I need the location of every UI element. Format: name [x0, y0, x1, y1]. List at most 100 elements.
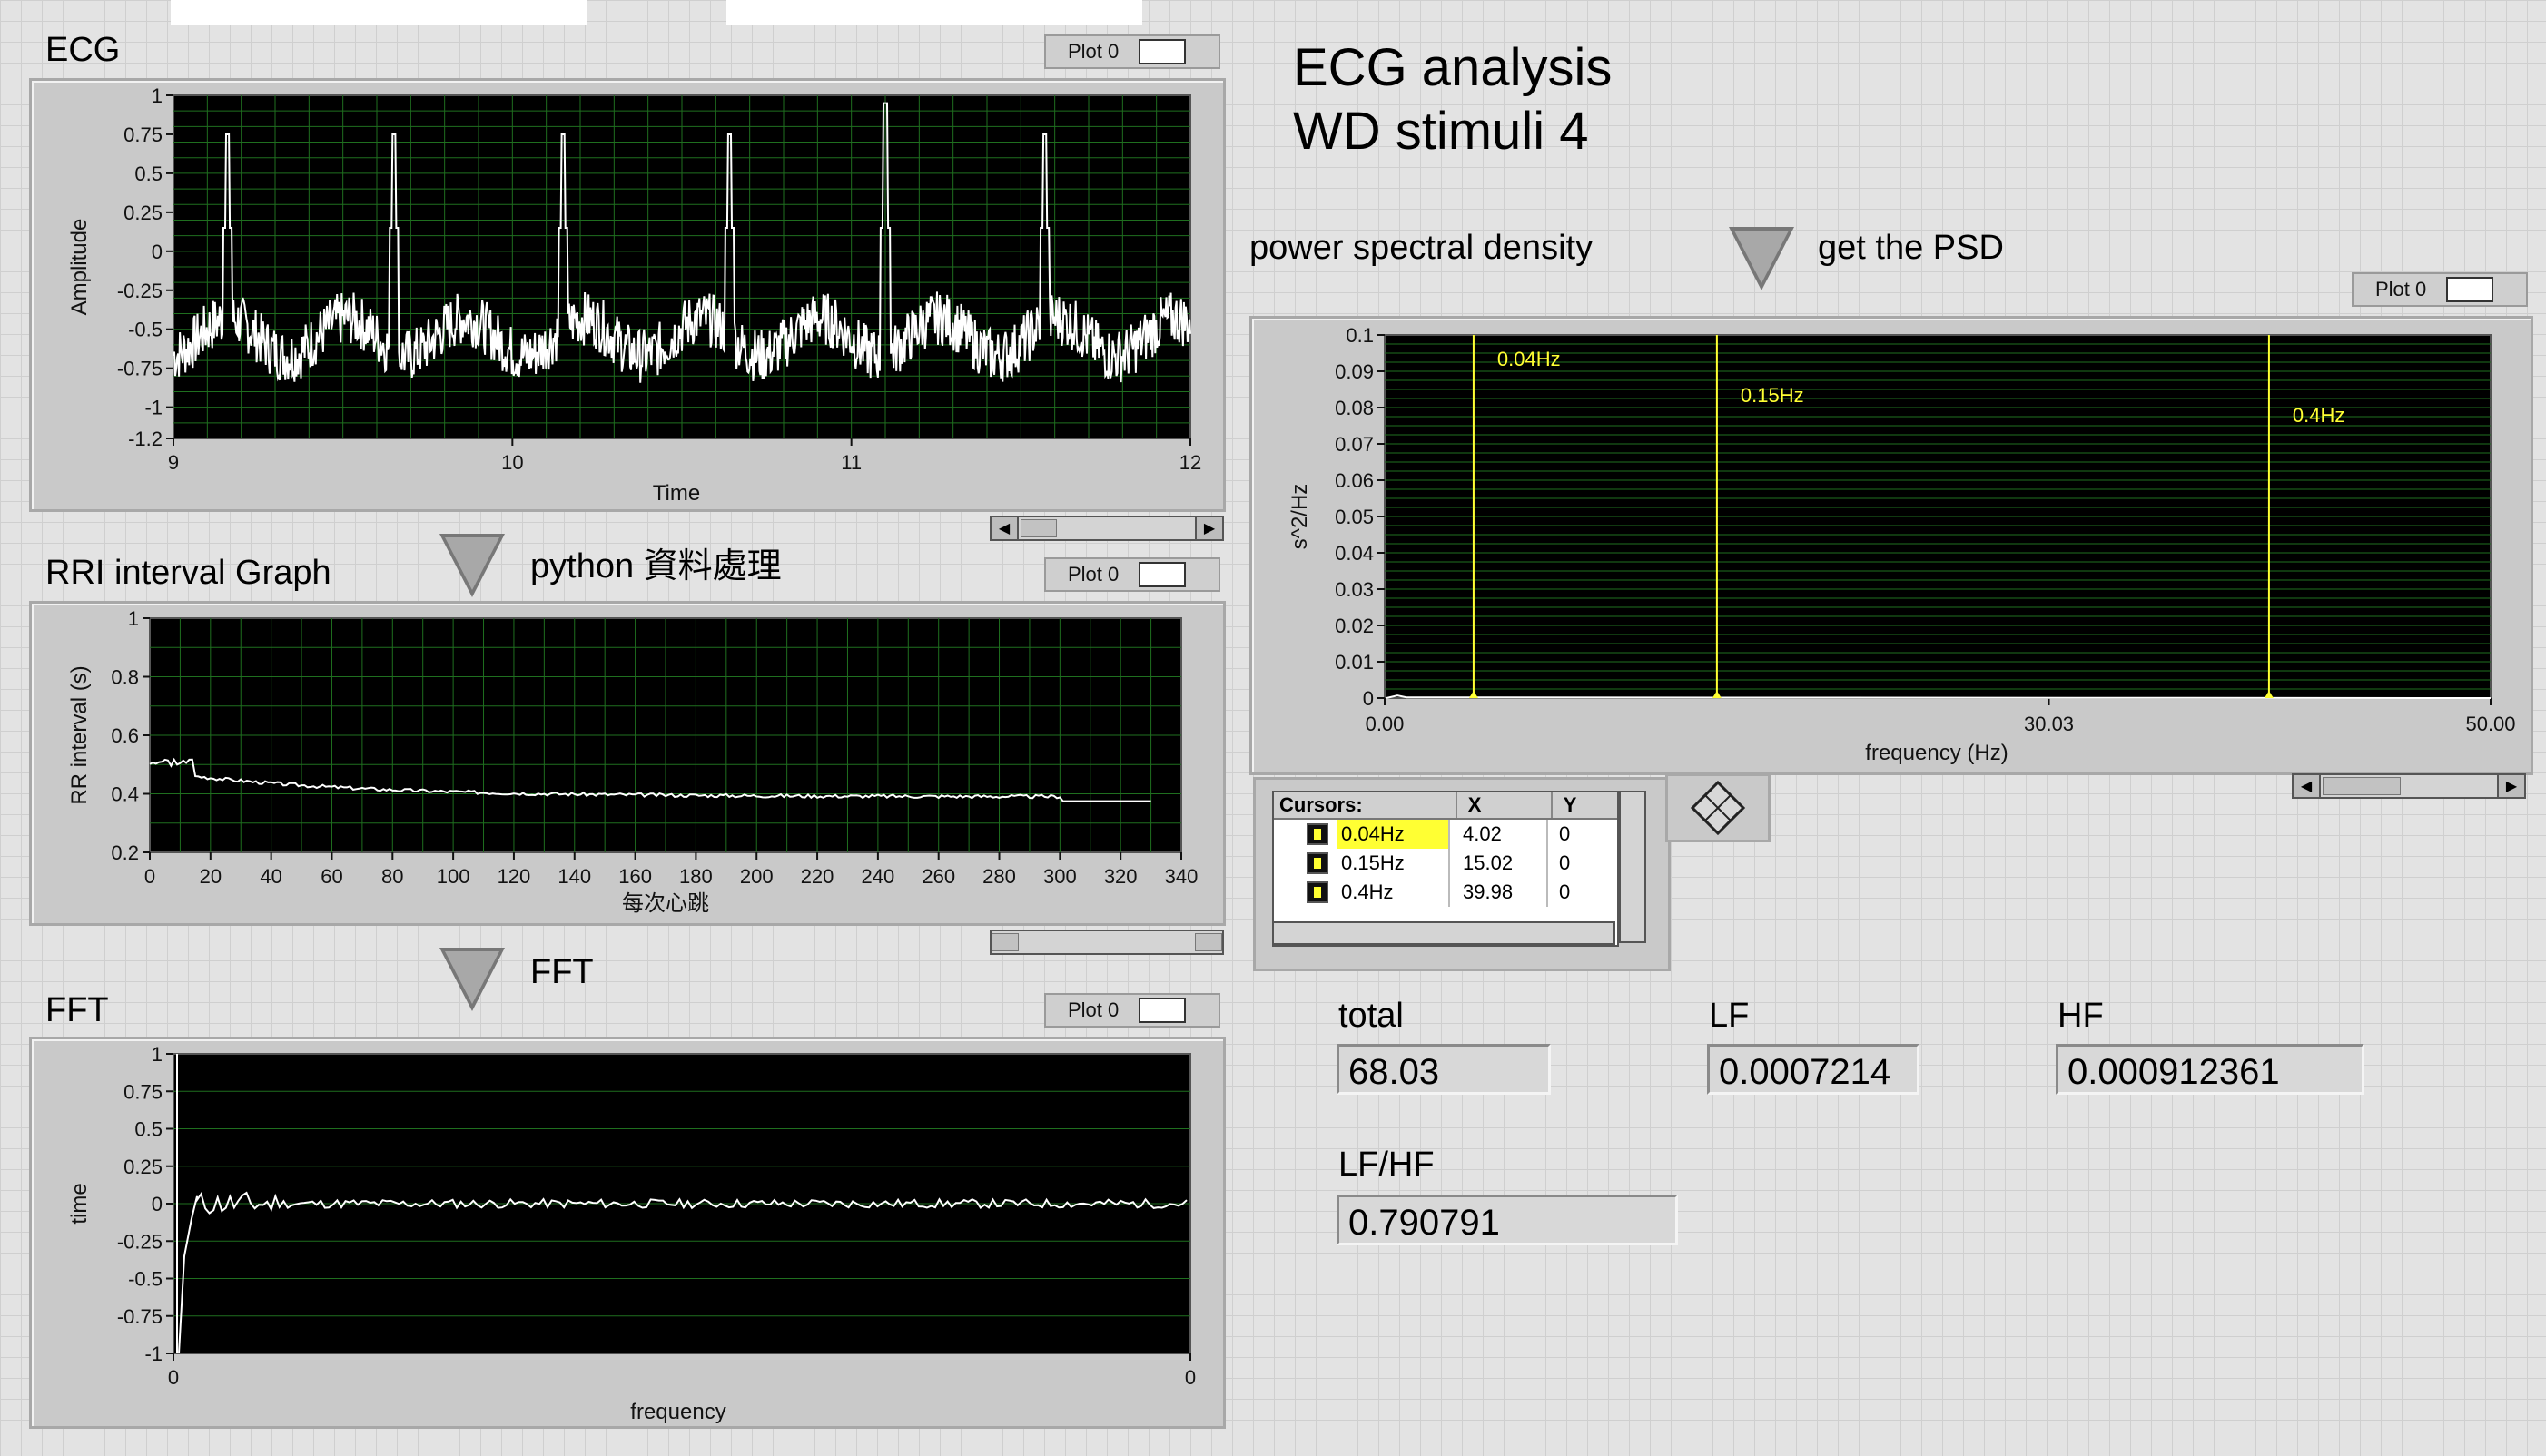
- y-tick-label: 0.75: [123, 1080, 163, 1103]
- cursor-row-name: 0.04Hz: [1337, 820, 1448, 849]
- y-tick-label: 0.5: [134, 162, 163, 185]
- scroll-right-icon[interactable]: ▶: [1195, 517, 1222, 539]
- x-tick-label: 100: [437, 865, 470, 888]
- cursor-move-pad[interactable]: [1665, 773, 1771, 842]
- y-axis-label: time: [67, 1183, 92, 1224]
- scroll-thumb[interactable]: [992, 933, 1019, 951]
- lfhf-indicator: 0.790791: [1337, 1195, 1678, 1245]
- scroll-left-icon[interactable]: ◀: [992, 517, 1019, 539]
- scroll-thumb[interactable]: [2323, 777, 2401, 795]
- cursor-row[interactable]: 0.4Hz 39.98 0: [1274, 878, 1617, 907]
- psd-plot-legend[interactable]: Plot 0: [2352, 272, 2528, 307]
- rri-plot-legend[interactable]: Plot 0: [1044, 557, 1220, 592]
- line-style-icon: [2446, 277, 2494, 302]
- x-tick-label: 11: [841, 451, 862, 474]
- y-tick-label: 0.25: [123, 202, 163, 224]
- x-tick-label: 340: [1165, 865, 1199, 888]
- top-field-2[interactable]: [726, 0, 1142, 25]
- cursor-row[interactable]: 0.15Hz 15.02 0: [1274, 849, 1617, 878]
- cursor-row-y: 0: [1546, 878, 1604, 907]
- y-tick-label: 0: [152, 241, 163, 263]
- cursor-header-name: Cursors:: [1274, 792, 1457, 818]
- scroll-right-icon[interactable]: ▶: [2497, 775, 2524, 797]
- x-tick-label: 120: [498, 865, 531, 888]
- x-tick-label: 10: [501, 451, 523, 474]
- cursor-header-x: X: [1457, 792, 1553, 818]
- scroll-left-icon[interactable]: ◀: [2294, 775, 2321, 797]
- y-tick-label: 0: [1363, 687, 1374, 710]
- y-tick-label: 1: [128, 607, 139, 630]
- total-label: total: [1338, 997, 1404, 1035]
- fft-plot-legend[interactable]: Plot 0: [1044, 993, 1220, 1028]
- y-tick-label: 0.75: [123, 123, 163, 146]
- x-tick-label: 180: [679, 865, 713, 888]
- fft-chart[interactable]: 10.750.50.250-0.25-0.5-0.75-10 0frequency…: [32, 1039, 1223, 1426]
- x-tick-label: 220: [801, 865, 834, 888]
- y-tick-label: 1: [152, 1043, 163, 1066]
- get-psd-label: get the PSD: [1818, 229, 2004, 267]
- cursor-row[interactable]: 0.04Hz 4.02 0: [1274, 820, 1617, 849]
- x-axis-label: Time: [653, 481, 700, 506]
- rri-scrollbar[interactable]: [990, 930, 1224, 955]
- scroll-thumb-end[interactable]: [1195, 933, 1222, 951]
- cursor-header-y: Y: [1563, 793, 1577, 816]
- y-tick-label: -0.25: [117, 280, 163, 302]
- get-psd-triangle-icon: [1729, 227, 1794, 290]
- x-tick-label: 80: [381, 865, 403, 888]
- title-line-2: WD stimuli 4: [1293, 102, 1589, 161]
- plot-legend-label: Plot 0: [2375, 278, 2427, 300]
- y-tick-label: 0.02: [1335, 615, 1374, 637]
- y-tick-label: 0.1: [1346, 324, 1374, 347]
- y-tick-label: 0.08: [1335, 397, 1374, 419]
- y-tick-label: 1: [152, 84, 163, 107]
- cursor-row-y: 0: [1546, 849, 1604, 878]
- y-axis-label: Amplitude: [67, 219, 92, 316]
- rri-chart[interactable]: 1 0.8 0.6 0.4 0.20 20 40 60 80 100 120 140 160 180 200…: [32, 604, 1223, 923]
- cursor-row-x: 39.98: [1448, 878, 1546, 907]
- scroll-thumb[interactable]: [1021, 519, 1057, 537]
- x-tick-label: 240: [862, 865, 895, 888]
- cursor-move-diamond-icon: [1690, 780, 1746, 836]
- cursor-marker-icon: [1307, 852, 1328, 874]
- ecg-chart[interactable]: 1 0.75 0.5 0.25 0 -0.25 -0.5 -0.75 -1 -1.29 10 11 12…: [32, 81, 1223, 509]
- python-step-label: python 資料處理: [530, 547, 782, 585]
- title-line-1: ECG analysis: [1293, 38, 1613, 97]
- cursor-row-x: 4.02: [1448, 820, 1546, 849]
- lfhf-label: LF/HF: [1338, 1146, 1435, 1184]
- cursor-row-y: 0: [1546, 820, 1604, 849]
- x-tick-label: 60: [321, 865, 342, 888]
- fft-step-label: FFT: [530, 953, 594, 991]
- hf-indicator: 0.000912361: [2056, 1044, 2364, 1095]
- y-tick-label: 0: [152, 1193, 163, 1215]
- ecg-plot-legend[interactable]: Plot 0: [1044, 34, 1220, 69]
- x-tick-label: 200: [740, 865, 774, 888]
- plot-legend-label: Plot 0: [1068, 563, 1120, 585]
- y-tick-label: 0.03: [1335, 578, 1374, 601]
- y-tick-label: 0.01: [1335, 651, 1374, 674]
- cursor-label: 0.04Hz: [1497, 348, 1561, 370]
- x-tick-label: 0: [168, 1366, 179, 1389]
- psd-scrollbar[interactable]: ◀ ▶: [2292, 773, 2526, 799]
- ecg-scrollbar[interactable]: ◀ ▶: [990, 516, 1224, 541]
- cursor-table-hscroll[interactable]: [1272, 921, 1615, 945]
- cursor-table-vscroll[interactable]: [1619, 791, 1646, 943]
- x-tick-label: 320: [1104, 865, 1138, 888]
- cursor-marker-icon: [1307, 823, 1328, 845]
- psd-chart[interactable]: 0.1 0.09 0.08 0.07 0.06 0.05 0.04 0.03 0.02 0.01 0…: [1252, 319, 2531, 772]
- y-tick-label: 0.8: [111, 666, 139, 689]
- x-tick-label: 260: [922, 865, 955, 888]
- total-indicator: 68.03: [1337, 1044, 1551, 1095]
- y-axis-label: RR interval (s): [67, 665, 92, 804]
- x-tick-label: 9: [168, 451, 179, 474]
- y-tick-label: -0.25: [117, 1230, 163, 1253]
- python-step-triangle-icon: [439, 534, 505, 597]
- x-tick-label: 160: [618, 865, 652, 888]
- x-axis-label: frequency (Hz): [1865, 741, 2008, 765]
- y-tick-label: -1.2: [128, 428, 163, 450]
- top-field-1[interactable]: [171, 0, 587, 25]
- hf-label: HF: [2058, 997, 2104, 1035]
- rri-label: RRI interval Graph: [45, 554, 331, 592]
- cursor-table-header: Cursors: X Y: [1274, 792, 1617, 820]
- cursor-rows: 0.04Hz 4.02 0 0.15Hz 15.02 0 0.4Hz 39.98 0: [1274, 820, 1617, 907]
- y-tick-label: 0.4: [111, 783, 139, 806]
